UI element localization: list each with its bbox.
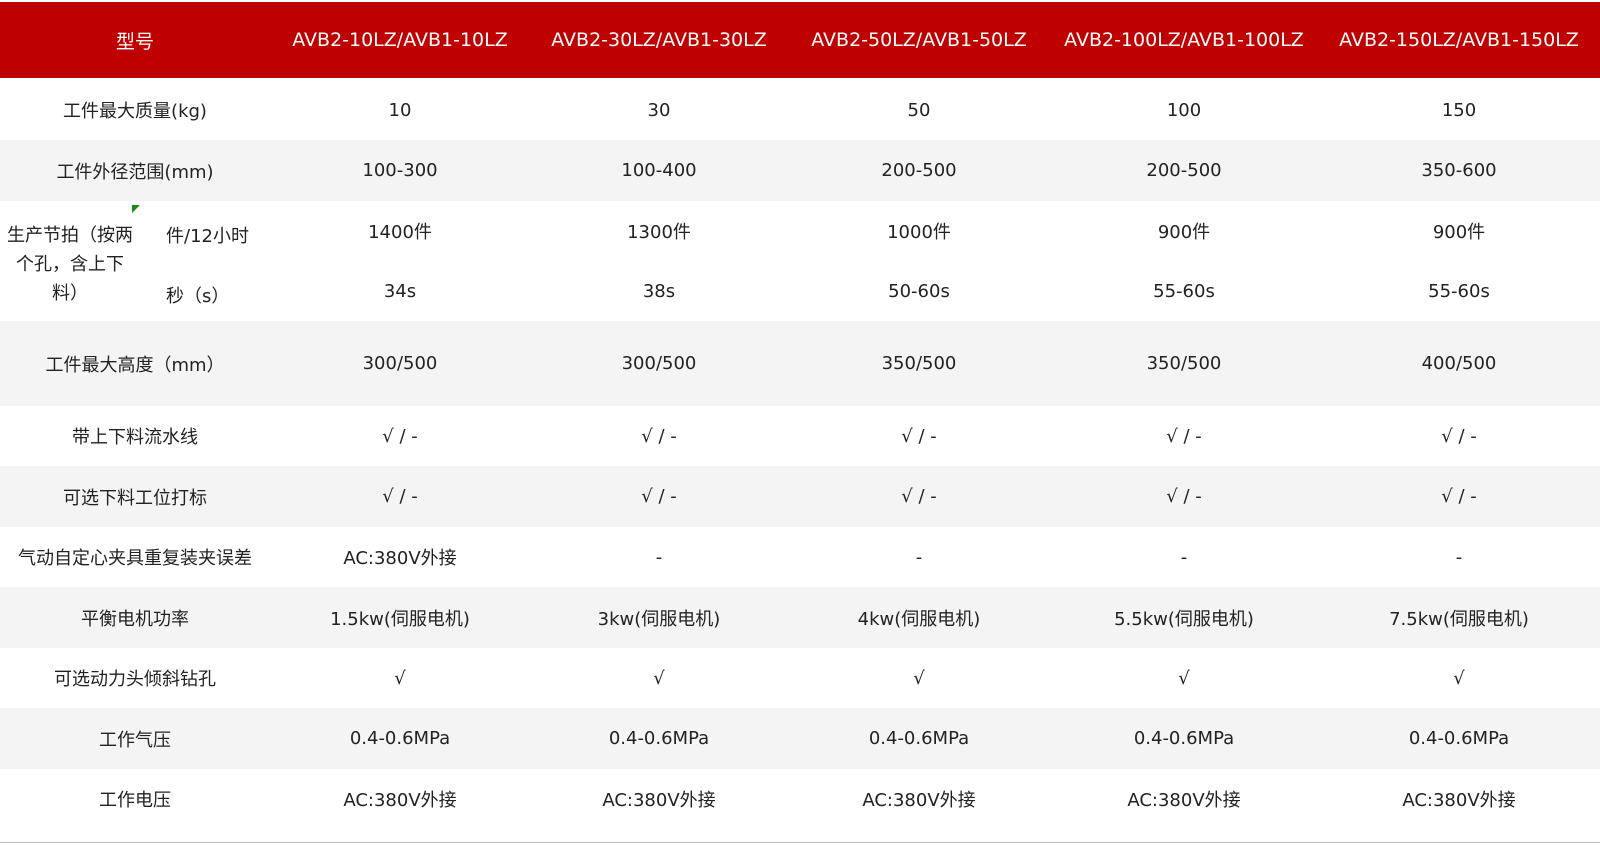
table-cell: 350-600 [1421,160,1497,181]
table-cell: √ / - [1441,425,1477,447]
table-cell: √ / - [641,486,677,507]
table-cell: 30 [647,99,671,121]
table-cell: 4kw(伺服电机) [857,608,981,630]
table-cell: 50-60s [888,280,950,302]
row-voltage: 工作电压 AC:380V外接 AC:380V外接 AC:380V外接 AC:38… [0,769,1600,829]
table-cell: 200-500 [881,160,957,181]
row-air-pressure: 工作气压 0.4-0.6MPa 0.4-0.6MPa 0.4-0.6MPa 0.… [0,708,1600,769]
table-cell: 1400件 [368,222,432,243]
row-label: 工件最大质量(kg) [63,101,207,122]
table-cell: 350/500 [881,353,957,374]
row-label: 气动自定心夹具重复装夹误差 [18,548,252,569]
table-cell: 3kw(伺服电机) [597,608,721,630]
table-cell: √ [394,667,406,689]
table-cell: 0.4-0.6MPa [608,728,710,749]
table-cell: √ / - [1166,425,1202,447]
row-label: 可选下料工位打标 [63,487,207,509]
model-header: AVB2-50LZ/AVB1-50LZ [811,29,1027,51]
table-cell: - [1455,546,1463,568]
row-motor-power: 平衡电机功率 1.5kw(伺服电机) 3kw(伺服电机) 4kw(伺服电机) 5… [0,587,1600,648]
table-cell: 34s [383,280,417,302]
table-cell: 900件 [1157,222,1211,243]
table-cell: 7.5kw(伺服电机) [1389,608,1529,630]
table-cell: 10 [388,99,412,121]
table-cell: 5.5kw(伺服电机) [1114,608,1254,630]
table-cell: √ / - [1166,486,1202,507]
table-cell: - [1180,546,1188,568]
row-outer-diameter: 工件外径范围(mm) 100-300 100-400 200-500 200-5… [0,140,1600,201]
table-cell: √ / - [382,486,418,507]
table-cell: 100-300 [362,160,438,181]
table-cell: 55-60s [1153,280,1215,302]
row-angled-drilling: 可选动力头倾斜钻孔 √ √ √ √ √ [0,648,1600,708]
table-cell: - [915,546,923,568]
row-max-mass: 工件最大质量(kg) 10 30 50 100 150 [0,80,1600,140]
table-cell: 350/500 [1146,353,1222,374]
table-cell: √ / - [641,425,677,447]
row-clamp-error: 气动自定心夹具重复装夹误差 AC:380V外接 - - - - [0,527,1600,587]
row-label: 工作气压 [99,729,171,751]
table-cell: 50 [907,99,931,121]
bottom-divider [0,842,1600,843]
row-label: 平衡电机功率 [81,608,189,630]
table-cell: AC:380V外接 [602,790,716,811]
table-cell: √ / - [901,486,937,507]
table-cell: √ [1178,667,1190,689]
model-header: AVB2-100LZ/AVB1-100LZ [1064,29,1304,51]
model-header: AVB2-10LZ/AVB1-10LZ [292,29,508,51]
row-label: 可选动力头倾斜钻孔 [54,669,216,690]
table-cell: √ [653,667,665,689]
row-marking: 可选下料工位打标 √ / - √ / - √ / - √ / - √ / - [0,466,1600,527]
table-cell: 100-400 [621,160,697,181]
table-cell: 1300件 [627,222,691,243]
table-cell: 1000件 [887,222,951,243]
table-cell: AC:380V外接 [1127,790,1241,811]
table-cell: 100 [1166,99,1202,121]
table-cell: √ / - [1441,486,1477,507]
table-cell: 0.4-0.6MPa [868,728,970,749]
table-cell: 0.4-0.6MPa [1408,728,1510,749]
table-cell: √ / - [382,425,418,447]
table-cell: 1.5kw(伺服电机) [330,608,470,630]
table-cell: AC:380V外接 [1402,790,1516,811]
table-cell: - [655,546,663,568]
table-cell: AC:380V外接 [862,790,976,811]
table-cell: 0.4-0.6MPa [1133,728,1235,749]
table-cell: 900件 [1432,222,1486,243]
header-row: 型号 AVB2-10LZ/AVB1-10LZ AVB2-30LZ/AVB1-30… [0,2,1600,78]
row-label: 工件最大高度（mm） [45,354,225,376]
row-label: 工作电压 [99,790,171,811]
table-cell: 300/500 [362,353,438,374]
table-cell: √ [913,667,925,689]
row-label: 工件外径范围(mm) [56,161,214,183]
row-conveyor: 带上下料流水线 √ / - √ / - √ / - √ / - √ / - [0,406,1600,466]
table-cell: 400/500 [1421,353,1497,374]
table-cell: AC:380V外接 [343,790,457,811]
header-label: 型号 [115,30,154,53]
model-header: AVB2-150LZ/AVB1-150LZ [1339,29,1579,51]
table-cell: √ [1453,667,1465,689]
table-cell: 0.4-0.6MPa [349,728,451,749]
table-cell: √ / - [901,425,937,447]
table-cell: 200-500 [1146,160,1222,181]
table-cell: 150 [1441,99,1477,121]
row-cycle-time: 生产节拍（按两个孔，含上下料） 件/12小时 秒（s） 1400件 1300件 … [0,201,1600,321]
model-header: AVB2-30LZ/AVB1-30LZ [551,29,767,51]
row-label: 生产节拍（按两个孔，含上下料） [7,225,133,304]
comment-marker-icon [132,205,140,213]
row-label: 带上下料流水线 [72,427,198,448]
table-cell: 300/500 [621,353,697,374]
sub-label-pieces: 件/12小时 [166,226,249,247]
table-cell: AC:380V外接 [343,548,457,569]
table-cell: 38s [642,280,676,302]
table-cell: 55-60s [1428,280,1490,302]
sub-label-seconds: 秒（s） [166,286,230,307]
row-max-height: 工件最大高度（mm） 300/500 300/500 350/500 350/5… [0,321,1600,406]
